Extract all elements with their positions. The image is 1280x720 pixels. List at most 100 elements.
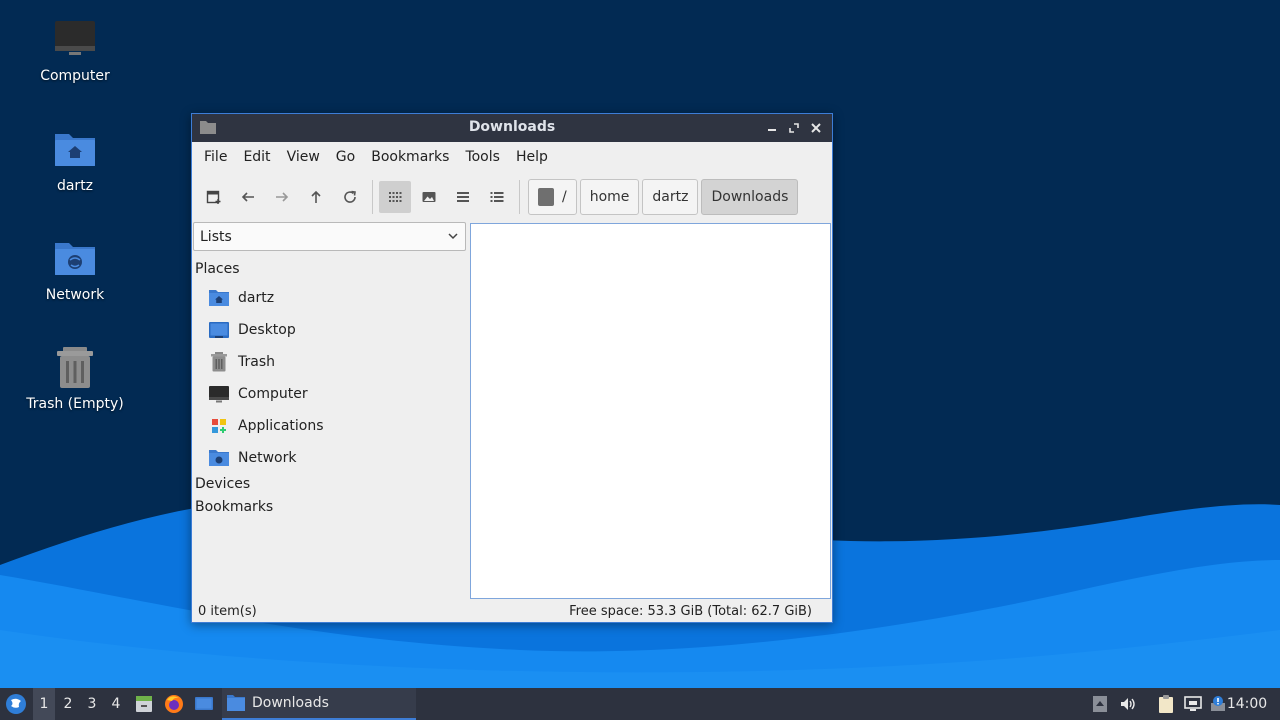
breadcrumb-dartz[interactable]: dartz [642, 179, 699, 215]
sidebar-item-network[interactable]: Network [208, 444, 296, 472]
sidebar-item-trash[interactable]: Trash [208, 348, 275, 376]
menu-go[interactable]: Go [328, 145, 363, 169]
menu-help[interactable]: Help [508, 145, 556, 169]
detail-list-icon [490, 192, 504, 202]
workspace-1[interactable]: 1 [33, 688, 55, 720]
network-wired-icon [1184, 696, 1202, 711]
menu-file[interactable]: File [196, 145, 235, 169]
new-tab-button[interactable] [198, 181, 230, 213]
close-button[interactable] [806, 118, 826, 138]
section-devices[interactable]: Devices [195, 476, 250, 492]
detail-list-button[interactable] [481, 181, 513, 213]
section-bookmarks[interactable]: Bookmarks [195, 499, 273, 515]
toolbar: / home dartz Downloads [192, 172, 832, 222]
task-downloads[interactable]: Downloads [222, 688, 416, 720]
start-menu-button[interactable] [2, 688, 30, 720]
minimize-button[interactable] [762, 118, 782, 138]
show-desktop-button[interactable] [192, 688, 216, 720]
breadcrumb: / home dartz Downloads [528, 179, 801, 215]
reload-button[interactable] [334, 181, 366, 213]
menu-view[interactable]: View [279, 145, 328, 169]
status-bar: 0 item(s) Free space: 53.3 GiB (Total: 6… [192, 600, 832, 622]
forward-icon [276, 192, 289, 202]
maximize-button[interactable] [784, 118, 804, 138]
menu-bookmarks[interactable]: Bookmarks [363, 145, 457, 169]
breadcrumb-label: / [562, 189, 567, 205]
sidebar-item-applications[interactable]: Applications [208, 412, 324, 440]
sidebar-item-desktop[interactable]: Desktop [208, 316, 296, 344]
sidebar-item-label: Applications [238, 418, 324, 434]
volume-button[interactable] [1117, 688, 1139, 720]
thumbnail-view-button[interactable] [413, 181, 445, 213]
forward-button[interactable] [266, 181, 298, 213]
desktop-icon [195, 697, 213, 710]
trash-icon [208, 352, 230, 372]
home-folder-icon [51, 126, 99, 174]
start-menu-icon [6, 694, 26, 714]
tray-up-arrow[interactable] [1090, 688, 1110, 720]
file-manager-window: Downloads File Edit View Go Bookmarks To… [191, 113, 833, 623]
back-button[interactable] [232, 181, 264, 213]
free-space: Free space: 53.3 GiB (Total: 62.7 GiB) [569, 603, 812, 619]
reload-icon [344, 190, 356, 203]
breadcrumb-home[interactable]: home [579, 179, 640, 215]
sidebar-item-dartz[interactable]: dartz [208, 284, 274, 312]
up-button[interactable] [300, 181, 332, 213]
sidebar-item-label: Desktop [238, 322, 296, 338]
folder-icon [227, 695, 245, 711]
file-manager-launcher[interactable] [132, 688, 156, 720]
breadcrumb-downloads[interactable]: Downloads [701, 179, 799, 215]
compact-list-icon [457, 192, 469, 202]
side-pane-mode-select[interactable]: Lists [193, 222, 466, 251]
window-body: Lists Places dartz Desktop Trash Compute… [192, 222, 832, 602]
workspace-3[interactable]: 3 [81, 688, 103, 720]
desktop-icon [208, 320, 230, 340]
desktop-icon-label: Trash (Empty) [26, 396, 124, 412]
back-icon [241, 192, 254, 202]
close-icon [811, 123, 821, 133]
menu-tools[interactable]: Tools [457, 145, 508, 169]
network-tray-button[interactable] [1182, 688, 1204, 720]
section-places[interactable]: Places [195, 261, 240, 277]
desktop-icon-network[interactable]: Network [10, 235, 140, 303]
desktop-icon-dartz[interactable]: dartz [10, 126, 140, 194]
desktop-icon-label: Network [45, 287, 105, 303]
workspace-2[interactable]: 2 [57, 688, 79, 720]
taskbar: 1 2 3 4 Downloads 14:00 [0, 688, 1280, 720]
computer-icon [208, 384, 230, 404]
window-titlebar[interactable]: Downloads [192, 114, 832, 142]
file-cabinet-icon [136, 696, 152, 712]
side-pane: Lists Places dartz Desktop Trash Compute… [192, 222, 468, 602]
breadcrumb-label: Downloads [711, 189, 789, 205]
firefox-icon [165, 695, 183, 713]
network-folder-icon [208, 448, 230, 468]
breadcrumb-label: dartz [652, 189, 689, 205]
toolbar-separator [519, 180, 520, 214]
desktop-icon-computer[interactable]: Computer [10, 16, 140, 84]
new-tab-icon [206, 190, 221, 204]
desktop-icon-label: dartz [56, 178, 94, 194]
firefox-launcher[interactable] [162, 688, 186, 720]
volume-icon [1121, 698, 1135, 710]
minimize-icon [768, 129, 776, 131]
breadcrumb-root[interactable]: / [528, 179, 577, 215]
compact-list-button[interactable] [447, 181, 479, 213]
menu-edit[interactable]: Edit [235, 145, 278, 169]
icon-view-button[interactable] [379, 181, 411, 213]
sidebar-item-label: Computer [238, 386, 308, 402]
desktop-icon-trash[interactable]: Trash (Empty) [10, 344, 140, 412]
icon-view-icon [389, 192, 402, 202]
sidebar-item-label: Network [238, 450, 297, 466]
menu-bar: File Edit View Go Bookmarks Tools Help [192, 142, 832, 172]
chevron-down-icon [447, 230, 459, 246]
item-count: 0 item(s) [198, 603, 257, 619]
workspace-4[interactable]: 4 [105, 688, 127, 720]
clock[interactable]: 14:00 [1222, 688, 1272, 720]
applications-icon [208, 416, 230, 436]
eject-icon [1093, 696, 1107, 712]
task-label: Downloads [252, 695, 329, 711]
sidebar-item-computer[interactable]: Computer [208, 380, 308, 408]
clipboard-button[interactable] [1155, 688, 1177, 720]
breadcrumb-label: home [589, 189, 630, 205]
file-list-area[interactable] [470, 223, 831, 599]
